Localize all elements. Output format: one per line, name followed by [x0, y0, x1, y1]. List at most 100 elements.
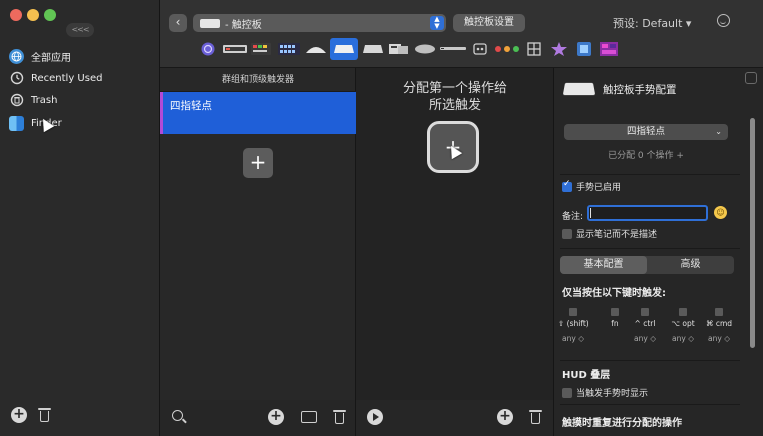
colored-dots-icon[interactable]: [494, 38, 520, 60]
assign-prompt-line2: 所选触发: [428, 98, 481, 113]
modifier-label: ^ ctrl: [634, 319, 656, 328]
show-note-checkbox[interactable]: [562, 228, 572, 239]
smiley-icon[interactable]: [717, 14, 730, 27]
assign-prompt-line1: 分配第一个操作给: [402, 81, 507, 96]
grid-icon[interactable]: [526, 38, 542, 60]
config-scrollbar[interactable]: [750, 118, 755, 348]
config-tabs: 基本配置 高级: [560, 256, 734, 274]
add-trigger-button[interactable]: +: [243, 148, 273, 178]
repeat-actions-title: 触摸时重复进行分配的操作: [562, 418, 682, 429]
music-remote-icon[interactable]: [472, 38, 488, 60]
search-icon[interactable]: [172, 410, 183, 421]
hud-option-checkbox[interactable]: [562, 387, 572, 398]
modifier-label: fn: [611, 319, 619, 328]
tab-advanced[interactable]: 高级: [647, 256, 734, 274]
keyboard-icon[interactable]: [223, 38, 247, 60]
zoom-window-button[interactable]: [44, 9, 56, 21]
preset-select[interactable]: 预设: Default ▾: [613, 15, 691, 31]
hud-overlay-title: HUD 叠层: [562, 370, 611, 381]
remote-icon[interactable]: [388, 38, 410, 60]
sidebar: <<< 全部应用 Recently Used Trash Finder +: [0, 0, 160, 436]
cmd-checkbox[interactable]: [715, 308, 723, 316]
modifier-mode-select[interactable]: any ◇: [558, 334, 588, 343]
gesture-enabled-row[interactable]: 手势已启用: [562, 179, 621, 193]
finder-icon: [9, 115, 24, 131]
mouse-icon[interactable]: [414, 38, 436, 60]
tab-basic[interactable]: 基本配置: [560, 256, 647, 274]
trash-can: [335, 413, 344, 424]
siri-remote-icon[interactable]: [440, 38, 466, 60]
trash-can: [40, 411, 49, 422]
modifier-mode-select[interactable]: any ◇: [704, 334, 734, 343]
gesture-select[interactable]: 四指轻点 ⌄: [564, 124, 728, 140]
touchbar-icon[interactable]: [200, 38, 216, 60]
modifier-label: ⇧ (shift): [558, 319, 589, 328]
star-icon[interactable]: [550, 38, 568, 60]
scroll-up-button[interactable]: [745, 72, 757, 84]
stream-deck-icon[interactable]: [576, 38, 592, 60]
show-note-label: 显示笔记而不是描述: [576, 230, 658, 240]
collapse-sidebar-button[interactable]: <<<: [66, 23, 94, 37]
trackpad-icon: [200, 18, 220, 28]
sidebar-item-all-apps[interactable]: 全部应用: [6, 46, 156, 66]
trash-can: [531, 413, 540, 424]
note-input[interactable]: [587, 205, 708, 221]
magic-mouse-icon[interactable]: [305, 38, 327, 60]
delete-action-button[interactable]: [529, 409, 542, 424]
chevron-down-icon: ⌄: [715, 127, 722, 136]
ctrl-checkbox[interactable]: [641, 308, 649, 316]
groups-bottom-bar: +: [160, 400, 356, 436]
config-panel: 触控板手势配置 四指轻点 ⌄ 已分配 0 个操作 + 手势已启用 备注: ☺ 显…: [554, 68, 763, 436]
chevron-updown-icon: ▲ ▼: [430, 16, 444, 30]
config-header: 触控板手势配置: [554, 68, 763, 110]
group-item-label: 四指轻点: [170, 100, 212, 112]
hud-option-row[interactable]: 当触发手势时显示: [562, 386, 648, 399]
modifier-mode-select[interactable]: any ◇: [668, 334, 698, 343]
device-select[interactable]: - 触控板 ▲ ▼: [193, 14, 446, 32]
show-note-row[interactable]: 显示笔记而不是描述: [562, 227, 657, 240]
sidebar-item-trash[interactable]: Trash: [6, 90, 156, 110]
opt-checkbox[interactable]: [679, 308, 687, 316]
back-button[interactable]: ‹: [169, 14, 187, 32]
add-app-button[interactable]: +: [11, 407, 27, 423]
groups-column: 群组和顶级触发器 四指轻点 +: [160, 68, 356, 400]
trackpad-alt-icon[interactable]: [361, 38, 385, 60]
trackpad-icon: [562, 82, 596, 96]
trackpad-settings-button[interactable]: 触控板设置: [453, 14, 525, 32]
assigned-actions-count[interactable]: 已分配 0 个操作 +: [564, 148, 728, 161]
actions-column: 分配第一个操作给 所选触发 +: [356, 68, 554, 400]
group-item[interactable]: 四指轻点: [160, 92, 356, 134]
shift-checkbox[interactable]: [569, 308, 577, 316]
trash-lid: [38, 408, 51, 410]
play-icon[interactable]: [367, 409, 383, 425]
gesture-enabled-checkbox[interactable]: [562, 179, 572, 192]
minimize-window-button[interactable]: [27, 9, 39, 21]
hud-option-label: 当触发手势时显示: [576, 389, 649, 399]
group-accent-bar: [160, 92, 163, 134]
delete-trigger-button[interactable]: [333, 409, 346, 424]
divider: [560, 174, 740, 175]
trash-lid: [333, 410, 346, 412]
sidebar-item-label: 全部应用: [31, 52, 71, 64]
modifier-opt: ⌥ opt any ◇: [668, 308, 698, 343]
divider: [560, 248, 740, 249]
device-type-strip: [200, 38, 760, 60]
fn-checkbox[interactable]: [611, 308, 619, 316]
modifier-mode-select[interactable]: any ◇: [630, 334, 660, 343]
keyboard-keys-icon[interactable]: [278, 38, 300, 60]
modifier-keys-title: 仅当按住以下键时触发:: [562, 288, 666, 299]
emoji-picker-icon[interactable]: ☺: [714, 206, 727, 219]
modifier-label: ⌥ opt: [671, 319, 695, 328]
add-trigger-bottom-button[interactable]: +: [268, 409, 284, 425]
add-folder-icon[interactable]: [301, 411, 317, 423]
delete-app-button[interactable]: [38, 407, 51, 422]
sidebar-item-finder[interactable]: Finder: [6, 113, 156, 133]
sidebar-item-recently-used[interactable]: Recently Used: [6, 68, 156, 88]
trash-icon: [9, 93, 24, 108]
add-action-bottom-button[interactable]: +: [497, 409, 513, 425]
modifier-fn: fn: [600, 308, 630, 334]
close-window-button[interactable]: [10, 9, 22, 21]
color-tiles-icon[interactable]: [600, 38, 618, 60]
colorful-keyboard-icon[interactable]: [251, 38, 271, 60]
trackpad-icon[interactable]: [330, 38, 358, 60]
